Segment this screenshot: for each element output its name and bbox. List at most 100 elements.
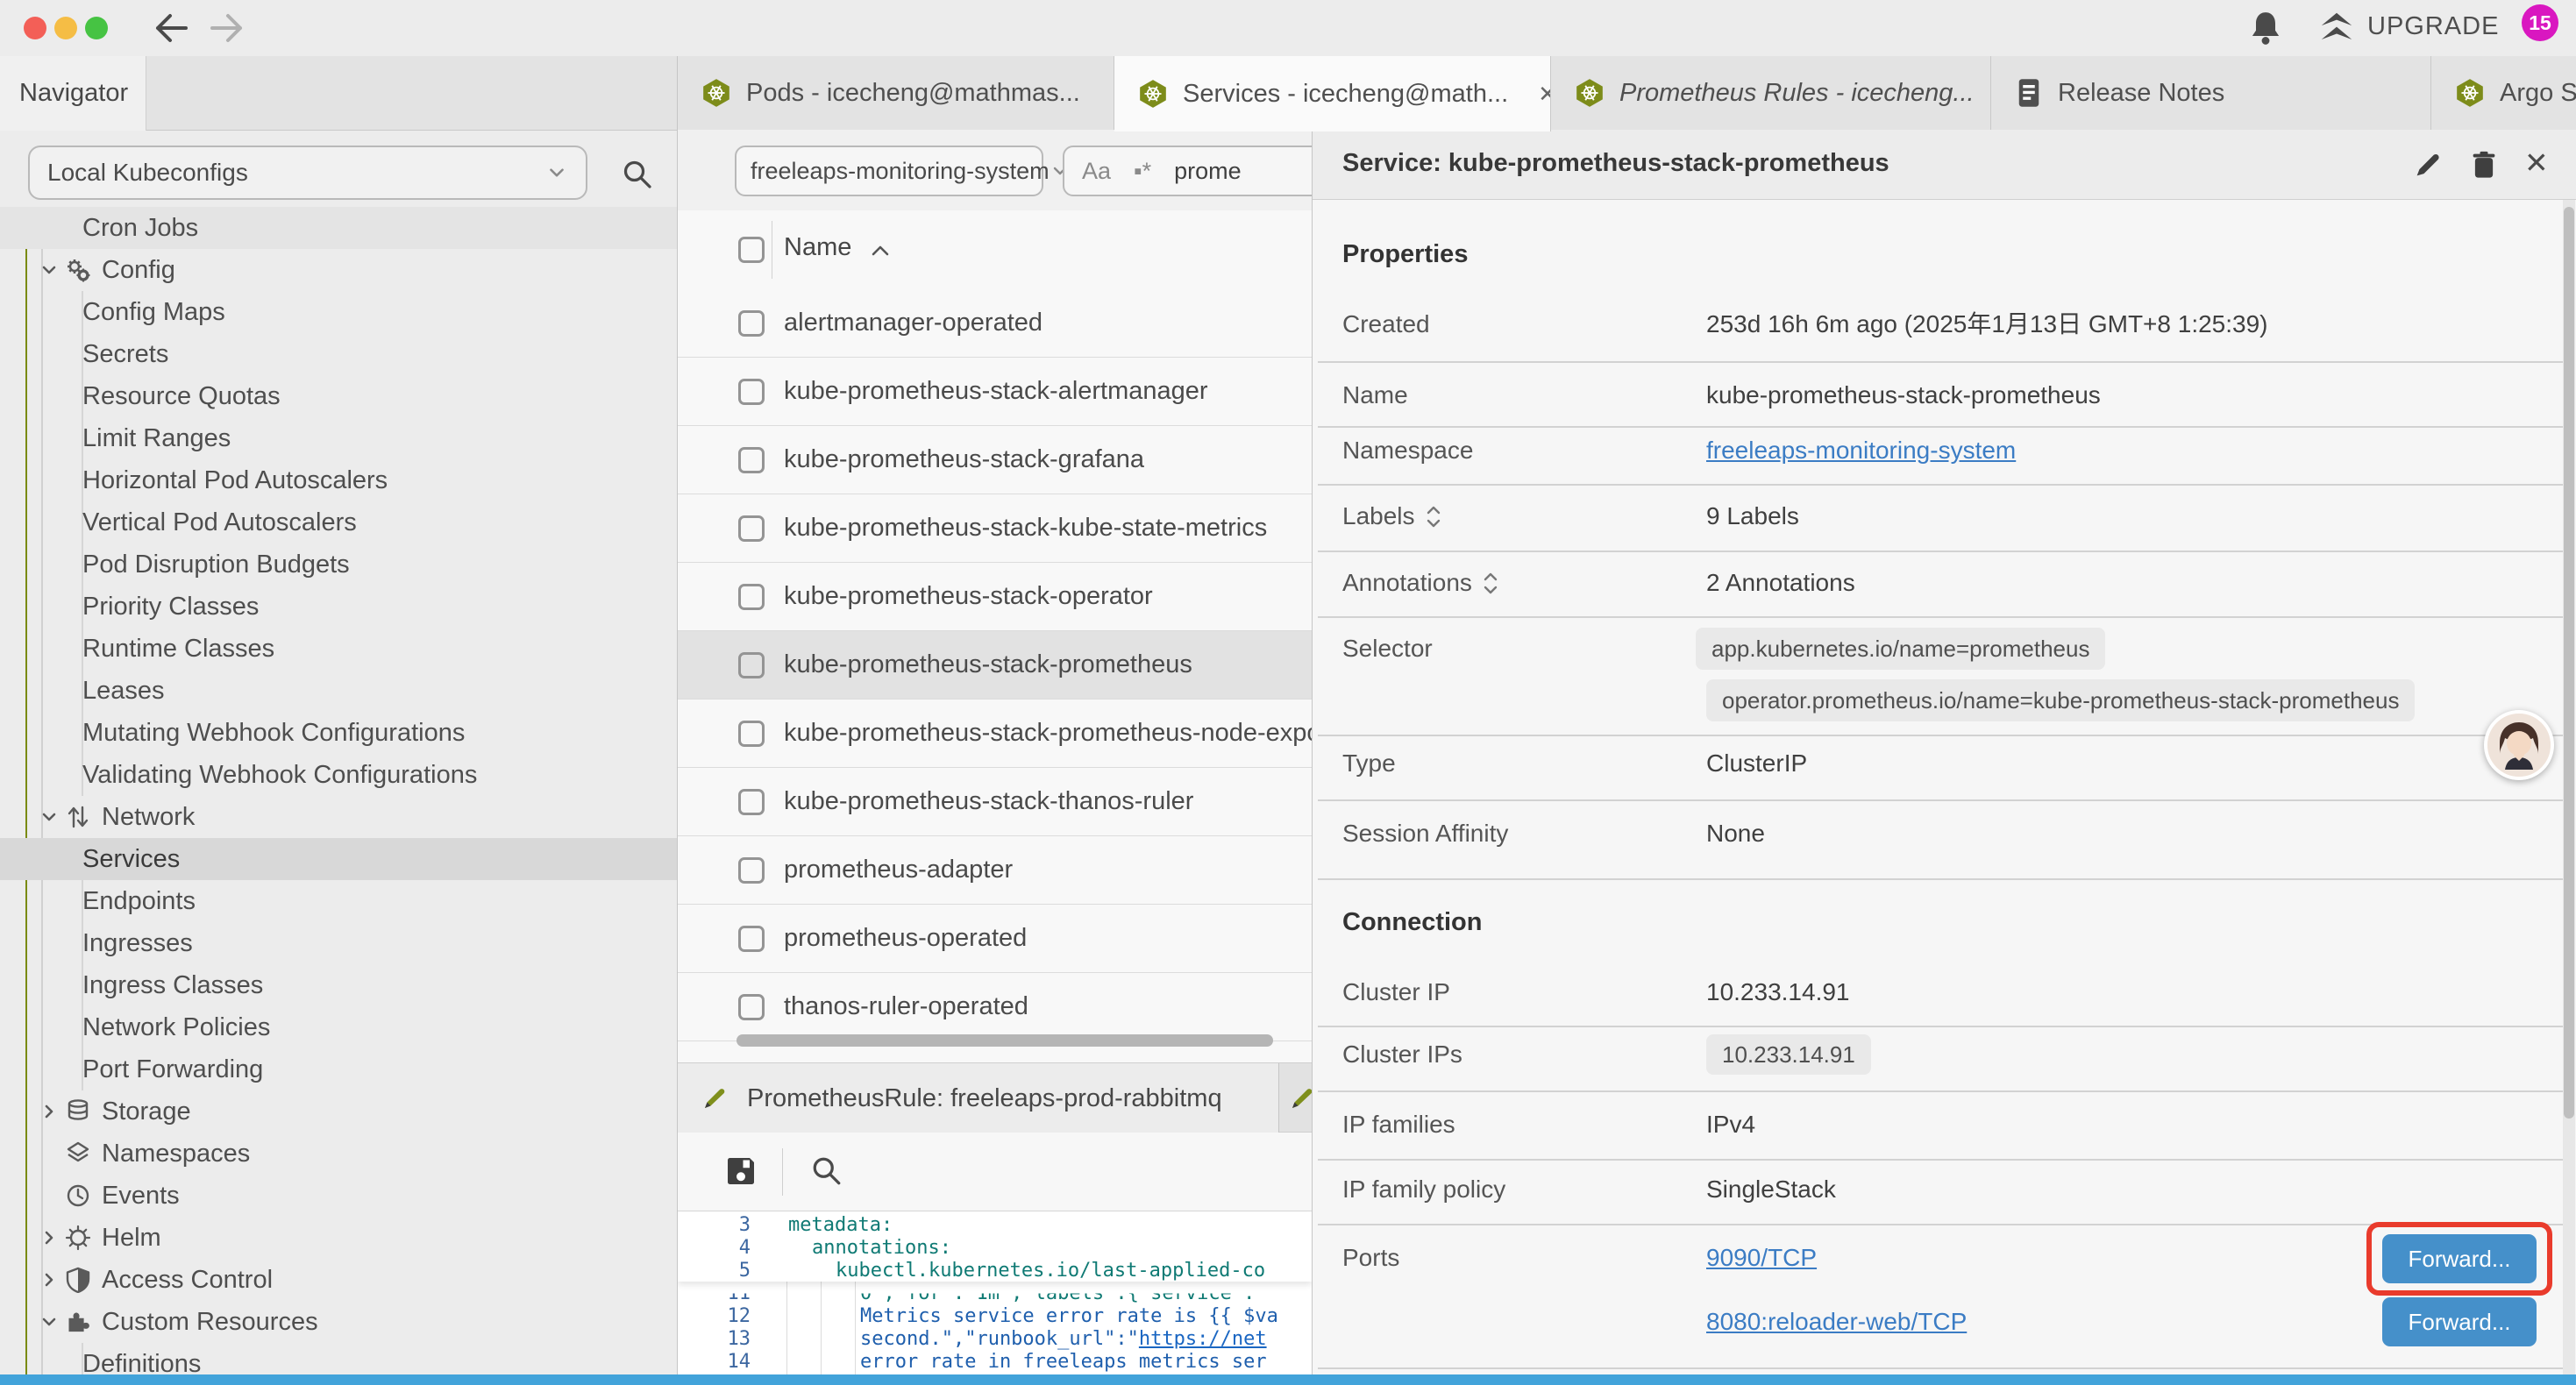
- column-header-name[interactable]: Name: [784, 233, 851, 262]
- detail-scrollbar-thumb[interactable]: [2564, 207, 2574, 1119]
- row-checkbox[interactable]: [738, 857, 765, 884]
- port-link[interactable]: 9090/TCP: [1706, 1240, 1817, 1275]
- tab-services[interactable]: Services - icecheng@math... ✕: [1114, 56, 1551, 131]
- expand-collapse-icon[interactable]: [1426, 506, 1441, 528]
- notification-badge[interactable]: 15: [2522, 4, 2558, 41]
- row-checkbox[interactable]: [738, 994, 765, 1020]
- sidebar-item-cron-jobs[interactable]: Cron Jobs: [0, 207, 677, 249]
- selector-chip[interactable]: app.kubernetes.io/name=prometheus: [1696, 628, 2105, 670]
- search-icon[interactable]: [809, 1154, 844, 1189]
- sidebar-item-endpoints[interactable]: Endpoints: [0, 880, 677, 922]
- sidebar-item-horizontal-pod-autoscalers[interactable]: Horizontal Pod Autoscalers: [0, 459, 677, 501]
- row-checkbox[interactable]: [738, 926, 765, 952]
- sidebar-item-pod-disruption-budgets[interactable]: Pod Disruption Budgets: [0, 543, 677, 586]
- chevron-down-icon[interactable]: [39, 1311, 60, 1332]
- namespace-link[interactable]: freeleaps-monitoring-system: [1706, 433, 2016, 468]
- forward-arrow-icon[interactable]: [209, 11, 247, 46]
- sidebar-item-validating-webhook-configurations[interactable]: Validating Webhook Configurations: [0, 754, 677, 796]
- sidebar-item-priority-classes[interactable]: Priority Classes: [0, 586, 677, 628]
- table-row[interactable]: kube-prometheus-stack-alertmanager: [678, 358, 1312, 426]
- bell-icon[interactable]: [2246, 9, 2285, 47]
- table-row[interactable]: kube-prometheus-stack-kube-state-metrics: [678, 494, 1312, 563]
- editor-tab-partial[interactable]: [1280, 1063, 1312, 1133]
- tab-release-notes[interactable]: Release Notes: [1991, 56, 2431, 130]
- row-checkbox[interactable]: [738, 447, 765, 473]
- chevron-right-icon[interactable]: [39, 1101, 60, 1122]
- sidebar-item-limit-ranges[interactable]: Limit Ranges: [0, 417, 677, 459]
- sidebar-group-access-control[interactable]: Access Control: [0, 1259, 677, 1301]
- sidebar-group-config[interactable]: Config: [0, 249, 677, 291]
- sidebar-item-config-maps[interactable]: Config Maps: [0, 291, 677, 333]
- sidebar-item-network-policies[interactable]: Network Policies: [0, 1006, 677, 1048]
- sidebar-item-definitions[interactable]: Definitions: [0, 1343, 677, 1374]
- maximize-window-button[interactable]: [85, 17, 108, 39]
- sidebar-item-vertical-pod-autoscalers[interactable]: Vertical Pod Autoscalers: [0, 501, 677, 543]
- forward-port-button[interactable]: Forward...: [2382, 1297, 2537, 1346]
- namespace-filter-dropdown[interactable]: freeleaps-monitoring-system: [735, 146, 1043, 196]
- tab-pods[interactable]: Pods - icecheng@mathmas...: [678, 56, 1114, 130]
- chevron-down-icon[interactable]: [39, 806, 60, 827]
- selector-chip[interactable]: operator.prometheus.io/name=kube-prometh…: [1706, 679, 2415, 721]
- chevron-down-icon[interactable]: [39, 259, 60, 281]
- row-checkbox[interactable]: [738, 652, 765, 678]
- avatar[interactable]: [2484, 710, 2554, 780]
- back-arrow-icon[interactable]: [151, 11, 189, 46]
- sort-ascending-icon[interactable]: [869, 242, 892, 259]
- sidebar-item-secrets[interactable]: Secrets: [0, 333, 677, 375]
- sidebar-item-leases[interactable]: Leases: [0, 670, 677, 712]
- trash-icon[interactable]: [2468, 149, 2500, 181]
- sidebar-item-namespaces[interactable]: Namespaces: [0, 1133, 677, 1175]
- horizontal-scrollbar[interactable]: [737, 1034, 1273, 1047]
- table-row[interactable]: prometheus-adapter: [678, 836, 1312, 905]
- table-row[interactable]: kube-prometheus-stack-grafana: [678, 426, 1312, 494]
- close-window-button[interactable]: [24, 17, 46, 39]
- sidebar-item-resource-quotas[interactable]: Resource Quotas: [0, 375, 677, 417]
- row-checkbox[interactable]: [738, 379, 765, 405]
- tab-argo[interactable]: Argo Se: [2431, 56, 2576, 130]
- expand-collapse-icon[interactable]: [1483, 572, 1498, 594]
- sidebar-group-custom-resources[interactable]: Custom Resources: [0, 1301, 677, 1343]
- sidebar-item-services[interactable]: Services: [0, 838, 677, 880]
- select-all-checkbox[interactable]: [738, 237, 765, 263]
- table-row-selected[interactable]: kube-prometheus-stack-prometheus: [678, 631, 1312, 700]
- sidebar-item-ingresses[interactable]: Ingresses: [0, 922, 677, 964]
- sidebar-group-storage[interactable]: Storage: [0, 1090, 677, 1133]
- upgrade-icon[interactable]: [2316, 9, 2357, 47]
- edit-pencil-icon[interactable]: [2412, 149, 2444, 181]
- sidebar-item-mutating-webhook-configurations[interactable]: Mutating Webhook Configurations: [0, 712, 677, 754]
- regex-toggle[interactable]: ▪*: [1134, 158, 1151, 185]
- close-panel-icon[interactable]: ✕: [2524, 146, 2549, 180]
- sidebar-group-network[interactable]: Network: [0, 796, 677, 838]
- port-link[interactable]: 8080:reloader-web/TCP: [1706, 1304, 1967, 1339]
- tab-navigator[interactable]: Navigator: [0, 56, 146, 131]
- sidebar-item-events[interactable]: Events: [0, 1175, 677, 1217]
- table-row[interactable]: prometheus-operated: [678, 905, 1312, 973]
- row-checkbox[interactable]: [738, 584, 765, 610]
- code-link[interactable]: https://net: [1139, 1328, 1267, 1350]
- editor-tab-prometheusrule[interactable]: PrometheusRule: freeleaps-prod-rabbitmq: [678, 1063, 1279, 1133]
- tab-prometheus-rules[interactable]: Prometheus Rules - icecheng...: [1551, 56, 1991, 130]
- save-icon[interactable]: [723, 1154, 758, 1189]
- yaml-editor[interactable]: 11 0","for":"1m","labels":{"service": 12…: [678, 1211, 1312, 1374]
- row-checkbox[interactable]: [738, 721, 765, 747]
- row-checkbox[interactable]: [738, 310, 765, 337]
- sidebar-group-helm[interactable]: Helm: [0, 1217, 677, 1259]
- match-case-toggle[interactable]: Aa: [1082, 158, 1111, 185]
- row-checkbox[interactable]: [738, 515, 765, 542]
- cluster-ip-chip[interactable]: 10.233.14.91: [1706, 1034, 1871, 1075]
- sidebar-item-port-forwarding[interactable]: Port Forwarding: [0, 1048, 677, 1090]
- table-row[interactable]: kube-prometheus-stack-thanos-ruler: [678, 768, 1312, 836]
- kubeconfig-selector[interactable]: Local Kubeconfigs: [28, 146, 587, 200]
- table-row[interactable]: thanos-ruler-operated: [678, 973, 1312, 1041]
- sidebar-item-runtime-classes[interactable]: Runtime Classes: [0, 628, 677, 670]
- search-icon[interactable]: [619, 156, 654, 191]
- chevron-right-icon[interactable]: [39, 1227, 60, 1248]
- sidebar-item-ingress-classes[interactable]: Ingress Classes: [0, 964, 677, 1006]
- upgrade-label[interactable]: UPGRADE: [2367, 12, 2499, 41]
- table-row[interactable]: kube-prometheus-stack-prometheus-node-ex…: [678, 700, 1312, 768]
- table-row[interactable]: alertmanager-operated: [678, 289, 1312, 358]
- chevron-right-icon[interactable]: [39, 1269, 60, 1290]
- table-row[interactable]: kube-prometheus-stack-operator: [678, 563, 1312, 631]
- search-input[interactable]: Aa ▪* prome: [1063, 146, 1312, 196]
- close-tab-icon[interactable]: ✕: [1538, 81, 1551, 108]
